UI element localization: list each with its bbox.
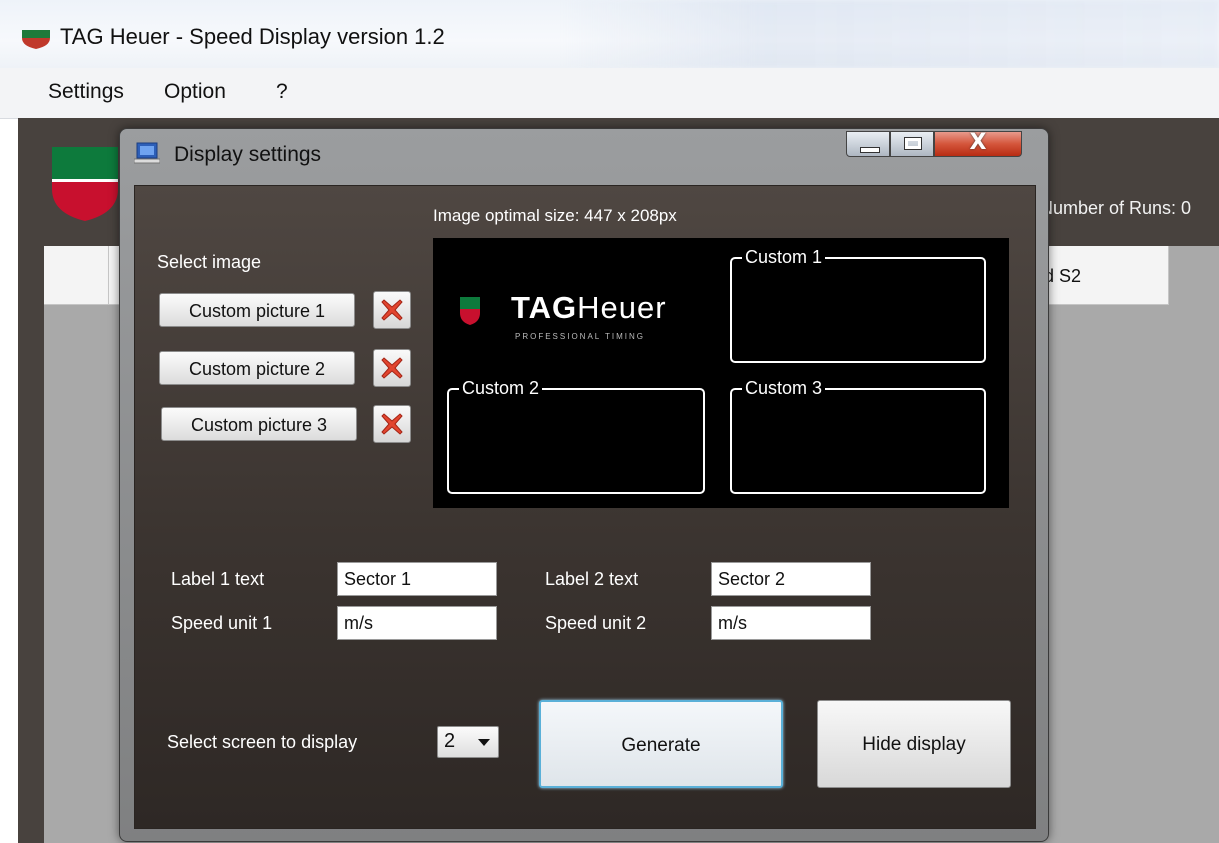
menu-help[interactable]: ?: [276, 80, 288, 104]
chevron-down-icon: [478, 739, 490, 746]
label1-caption: Label 1 text: [171, 569, 265, 589]
display-settings-dialog: Display settings X Image optimal size: 4…: [119, 128, 1049, 842]
hide-display-button[interactable]: Hide display: [817, 700, 1011, 788]
grid-corner-cell: [44, 246, 109, 304]
zone-label: Custom 3: [742, 377, 826, 399]
screen-select-caption: Select screen to display: [167, 732, 358, 752]
preview-brand: TAGHeuer: [511, 290, 667, 325]
preview-zone-custom-1: Custom 1: [730, 246, 986, 363]
minimize-icon: [860, 147, 880, 153]
minimize-button[interactable]: [846, 131, 890, 157]
window-title: TAG Heuer - Speed Display version 1.2: [60, 24, 445, 49]
runs-counter: Number of Runs: 0: [1040, 198, 1192, 218]
dialog-content: Image optimal size: 447 x 208px Select i…: [134, 185, 1036, 829]
delete-icon: [381, 299, 403, 321]
label2-caption: Label 2 text: [545, 569, 639, 589]
preview-brand-tagline: PROFESSIONAL TIMING: [515, 332, 646, 341]
display-preview: TAGHeuer PROFESSIONAL TIMING Custom 1 Cu…: [433, 238, 1009, 508]
select-image-label: Select image: [157, 252, 262, 272]
generate-button[interactable]: Generate: [539, 700, 783, 788]
monitor-icon: [134, 142, 160, 164]
unit1-caption: Speed unit 1: [171, 613, 273, 633]
menu-bar: Settings Option ?: [0, 68, 1219, 119]
main-title-bar: TAG Heuer - Speed Display version 1.2: [0, 0, 1219, 68]
custom-picture-2-button[interactable]: Custom picture 2: [159, 351, 355, 385]
delete-icon: [381, 357, 403, 379]
maximize-icon: [904, 137, 922, 150]
preview-zone-custom-3: Custom 3: [730, 377, 986, 494]
delete-picture-3-button[interactable]: [373, 405, 411, 443]
close-icon: X: [969, 130, 987, 155]
delete-icon: [381, 413, 403, 435]
speed-unit-1-input[interactable]: [337, 606, 497, 640]
zone-label: Custom 2: [459, 377, 543, 399]
menu-settings[interactable]: Settings: [48, 80, 124, 104]
tag-heuer-logo-background: [52, 147, 118, 221]
speed-unit-2-input[interactable]: [711, 606, 871, 640]
delete-picture-2-button[interactable]: [373, 349, 411, 387]
preview-zone-custom-2: Custom 2: [447, 377, 705, 494]
close-button[interactable]: X: [934, 130, 1022, 157]
maximize-button[interactable]: [890, 131, 934, 157]
screen-select-value: 2: [444, 730, 456, 752]
label2-text-input[interactable]: [711, 562, 871, 596]
menu-option[interactable]: Option: [164, 80, 226, 104]
tag-heuer-app-icon: [22, 30, 50, 49]
custom-picture-1-button[interactable]: Custom picture 1: [159, 293, 355, 327]
delete-picture-1-button[interactable]: [373, 291, 411, 329]
window-controls: X: [846, 130, 1036, 159]
screen-select-dropdown[interactable]: 2: [437, 726, 499, 758]
unit2-caption: Speed unit 2: [545, 613, 647, 633]
optimal-size-label: Image optimal size: 447 x 208px: [433, 206, 677, 225]
zone-label: Custom 1: [742, 246, 826, 268]
dialog-title: Display settings: [174, 143, 322, 166]
tag-heuer-shield-icon: [460, 297, 480, 325]
custom-picture-3-button[interactable]: Custom picture 3: [161, 407, 357, 441]
label1-text-input[interactable]: [337, 562, 497, 596]
